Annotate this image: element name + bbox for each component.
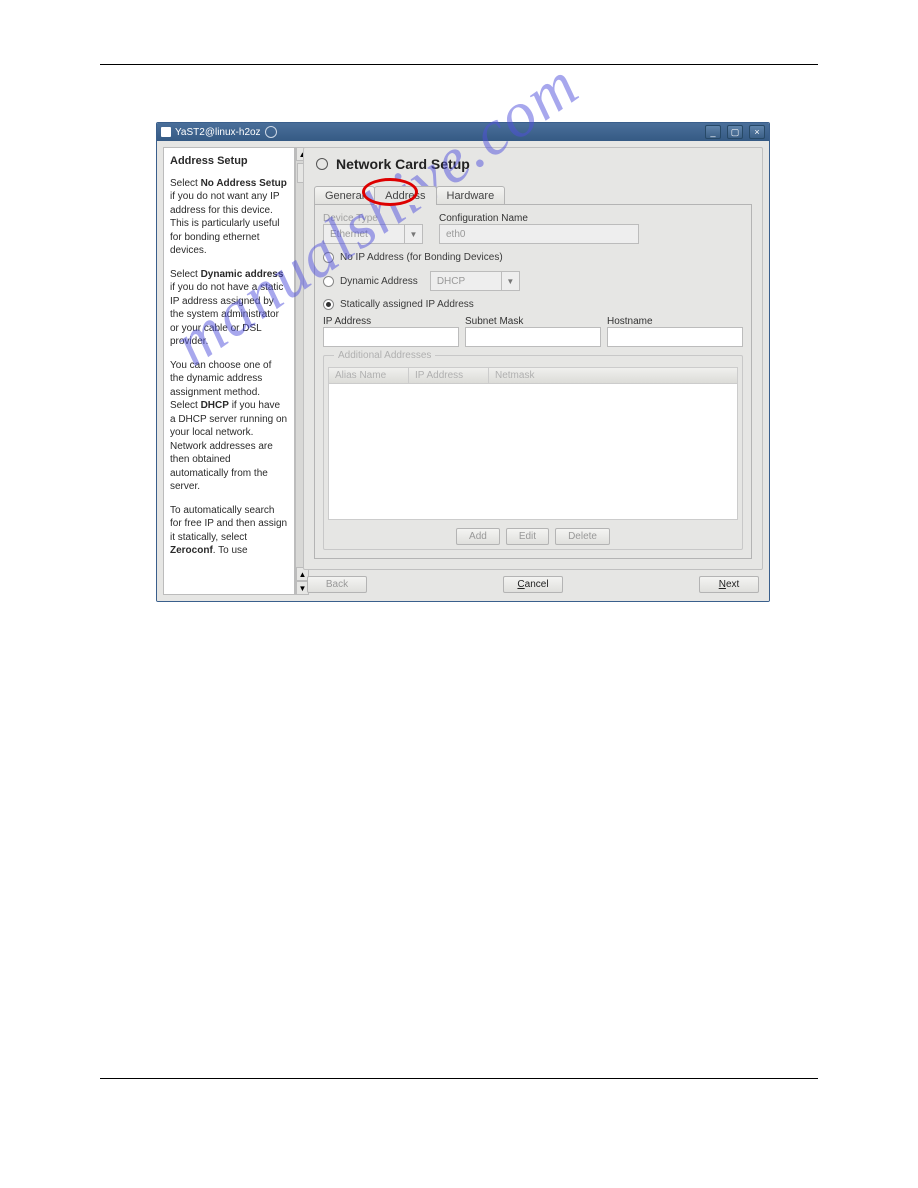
chevron-down-icon: ▼	[501, 272, 519, 290]
panel-title: Network Card Setup	[314, 156, 752, 172]
tab-hardware[interactable]: Hardware	[436, 186, 506, 205]
cancel-button[interactable]: Cancel	[503, 576, 563, 593]
window-title: YaST2@linux-h2oz	[175, 127, 261, 138]
wizard-buttons: Back Cancel Next	[303, 570, 763, 595]
dynamic-method-select: DHCP ▼	[430, 271, 520, 291]
hostname-label: Hostname	[607, 316, 743, 327]
subnet-label: Subnet Mask	[465, 316, 601, 327]
tab-bar: General Address Hardware	[314, 186, 752, 205]
edit-button: Edit	[506, 528, 549, 545]
additional-addresses-title: Additional Addresses	[334, 350, 435, 361]
add-button: Add	[456, 528, 500, 545]
device-type-select: Ethernet ▼	[323, 224, 423, 244]
radio-dynamic[interactable]	[323, 276, 334, 287]
next-button[interactable]: Next	[699, 576, 759, 593]
delete-button: Delete	[555, 528, 610, 545]
addresses-table: Alias Name IP Address Netmask	[328, 367, 738, 520]
config-name-label: Configuration Name	[439, 213, 639, 224]
device-type-label: Device Type	[323, 213, 423, 224]
chevron-down-icon: ▼	[404, 225, 422, 243]
radio-static-label: Statically assigned IP Address	[340, 299, 474, 310]
app-icon	[161, 127, 171, 137]
minimize-button[interactable]: _	[705, 125, 721, 139]
radio-no-ip[interactable]	[323, 252, 334, 263]
col-alias: Alias Name	[329, 368, 409, 383]
yast-dialog: YaST2@linux-h2oz _ ▢ × Address Setup Sel…	[156, 122, 770, 602]
tab-general[interactable]: General	[314, 186, 375, 205]
titlebar[interactable]: YaST2@linux-h2oz _ ▢ ×	[157, 123, 769, 141]
yast-swirl-icon	[265, 126, 277, 138]
help-text: Address Setup Select No Address Setup if…	[163, 147, 295, 595]
maximize-button[interactable]: ▢	[727, 125, 743, 139]
help-heading: Address Setup	[170, 154, 288, 169]
radio-no-ip-label: No IP Address (for Bonding Devices)	[340, 252, 503, 263]
radio-static[interactable]	[323, 299, 334, 310]
radio-dynamic-label: Dynamic Address	[340, 276, 418, 287]
config-name-field: eth0	[439, 224, 639, 244]
hostname-field[interactable]	[607, 327, 743, 347]
address-tab-body: Device Type Ethernet ▼ Configuration Nam…	[314, 204, 752, 559]
col-ip: IP Address	[409, 368, 489, 383]
additional-addresses-group: Additional Addresses Alias Name IP Addre…	[323, 355, 743, 550]
help-sidebar: Address Setup Select No Address Setup if…	[157, 141, 295, 601]
network-card-icon	[314, 156, 330, 172]
ip-field[interactable]	[323, 327, 459, 347]
tab-address[interactable]: Address	[374, 186, 436, 205]
back-button: Back	[307, 576, 367, 593]
main-panel: Network Card Setup General Address Hardw…	[303, 147, 763, 570]
close-button[interactable]: ×	[749, 125, 765, 139]
col-netmask: Netmask	[489, 368, 737, 383]
subnet-field[interactable]	[465, 327, 601, 347]
ip-label: IP Address	[323, 316, 459, 327]
